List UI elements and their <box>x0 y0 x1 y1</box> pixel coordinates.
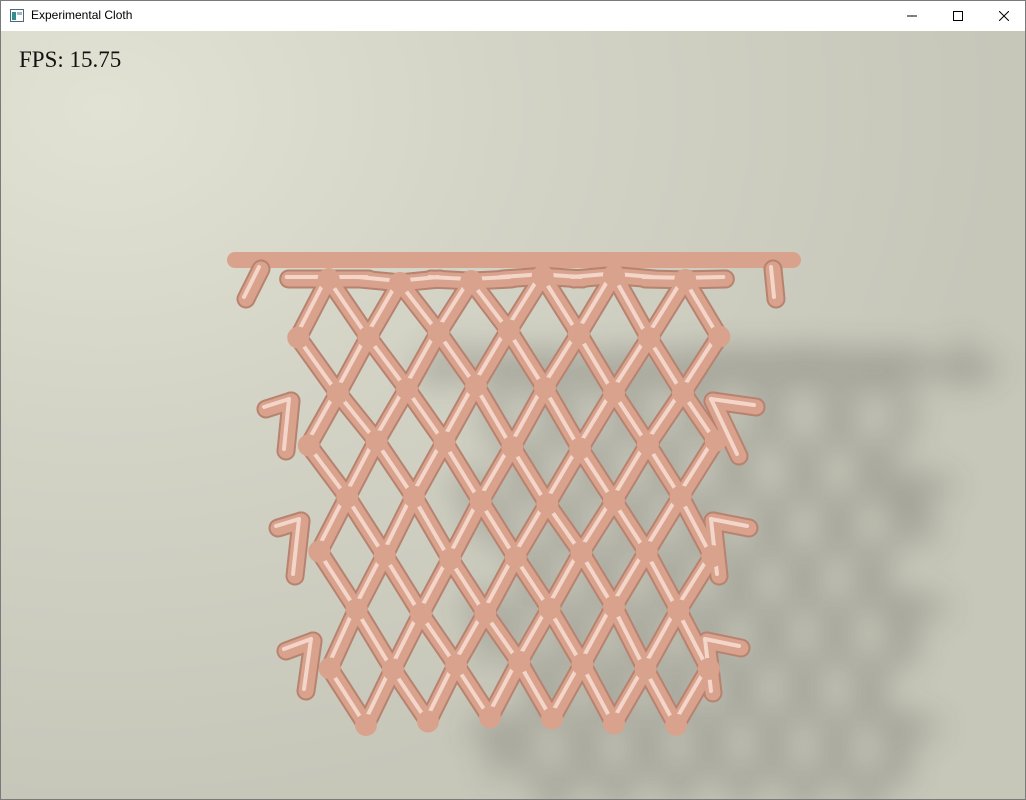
cloth-knot <box>508 650 531 673</box>
cloth-knot <box>567 322 590 345</box>
cloth-knot <box>603 595 625 618</box>
cloth-knot <box>427 321 450 344</box>
cloth-knot <box>433 431 456 454</box>
cloth-knot <box>638 327 661 350</box>
cloth-knot <box>381 658 404 681</box>
shadow-strand <box>763 735 812 799</box>
cloth-knot <box>327 382 349 405</box>
cloth-knot <box>396 377 418 400</box>
window-title: Experimental Cloth <box>31 8 133 22</box>
app-window: Experimental Cloth FPS: 15.75 <box>0 0 1026 800</box>
cloth-knot <box>469 490 492 513</box>
cloth-knot <box>569 437 592 460</box>
cloth-knot <box>697 657 720 680</box>
shadow-strand <box>894 592 918 665</box>
shadow-strand <box>859 627 912 700</box>
maximize-button[interactable] <box>935 1 981 31</box>
shadow-strand <box>888 712 912 782</box>
cloth-knot <box>373 544 396 567</box>
cloth-knot <box>357 326 380 349</box>
shadow-strand <box>866 350 925 369</box>
cloth-knot <box>410 602 432 625</box>
cloth-knot <box>497 319 520 342</box>
shadow-strand <box>487 712 512 780</box>
cloth-knot <box>460 270 483 293</box>
cloth-knot <box>665 713 687 736</box>
cloth-knot <box>308 540 331 563</box>
cloth-knot <box>318 657 341 680</box>
cloth-knot <box>674 268 697 291</box>
close-icon <box>999 11 1009 21</box>
cloth-knot <box>345 598 368 621</box>
title-bar[interactable]: Experimental Cloth <box>1 1 1025 31</box>
cloth-knot <box>708 325 731 348</box>
cloth-knot <box>634 657 657 680</box>
cloth-knot <box>667 599 690 622</box>
minimize-button[interactable] <box>889 1 935 31</box>
cloth-knot <box>417 710 439 733</box>
cloth-knot <box>571 653 594 676</box>
cloth-knot <box>504 546 527 569</box>
cloth-knot <box>355 713 377 736</box>
cloth-knot <box>287 326 310 349</box>
shadow-strand <box>573 740 627 799</box>
shadow-strand <box>864 407 919 482</box>
cloth-knot <box>701 545 724 568</box>
cloth-knot <box>297 434 320 457</box>
shadow-strand <box>759 404 813 482</box>
cloth-knot <box>534 377 556 400</box>
render-viewport[interactable]: FPS: 15.75 <box>1 31 1025 799</box>
cloth-knot <box>603 264 625 287</box>
cloth-knot <box>570 541 593 564</box>
cloth-knot <box>403 485 425 508</box>
cloth-knot <box>603 712 625 735</box>
maximize-icon <box>953 11 963 21</box>
cloth-knot <box>336 485 359 508</box>
cloth-knot <box>439 548 462 571</box>
cloth-knot <box>541 707 563 730</box>
cloth-knot <box>501 436 524 459</box>
cloth-knot <box>317 268 340 290</box>
cloth-knot <box>365 430 388 453</box>
cloth-scene <box>227 252 1000 799</box>
cloth-knot <box>465 374 487 397</box>
cloth-knot <box>635 540 658 563</box>
cloth-knot <box>389 271 411 294</box>
cloth-top-bar <box>227 252 801 268</box>
cloth-knot <box>603 381 625 404</box>
cloth-knot <box>445 654 468 677</box>
cloth-knot <box>672 381 694 404</box>
close-button[interactable] <box>981 1 1026 31</box>
cloth-knot <box>603 489 625 512</box>
cloth-knot <box>636 433 659 456</box>
minimize-icon <box>907 15 917 17</box>
cloth-knot <box>531 265 554 288</box>
shadow-strand <box>510 739 563 799</box>
shadow-strand <box>861 511 915 586</box>
shadow-strand <box>826 739 874 799</box>
cloth-knot <box>536 492 559 515</box>
cloth-knot <box>669 485 692 508</box>
cloth-knot <box>474 602 497 625</box>
cloth-knot <box>538 597 561 620</box>
cloth-knot <box>479 706 501 729</box>
app-icon <box>10 9 24 22</box>
cloth-knot <box>704 429 727 452</box>
